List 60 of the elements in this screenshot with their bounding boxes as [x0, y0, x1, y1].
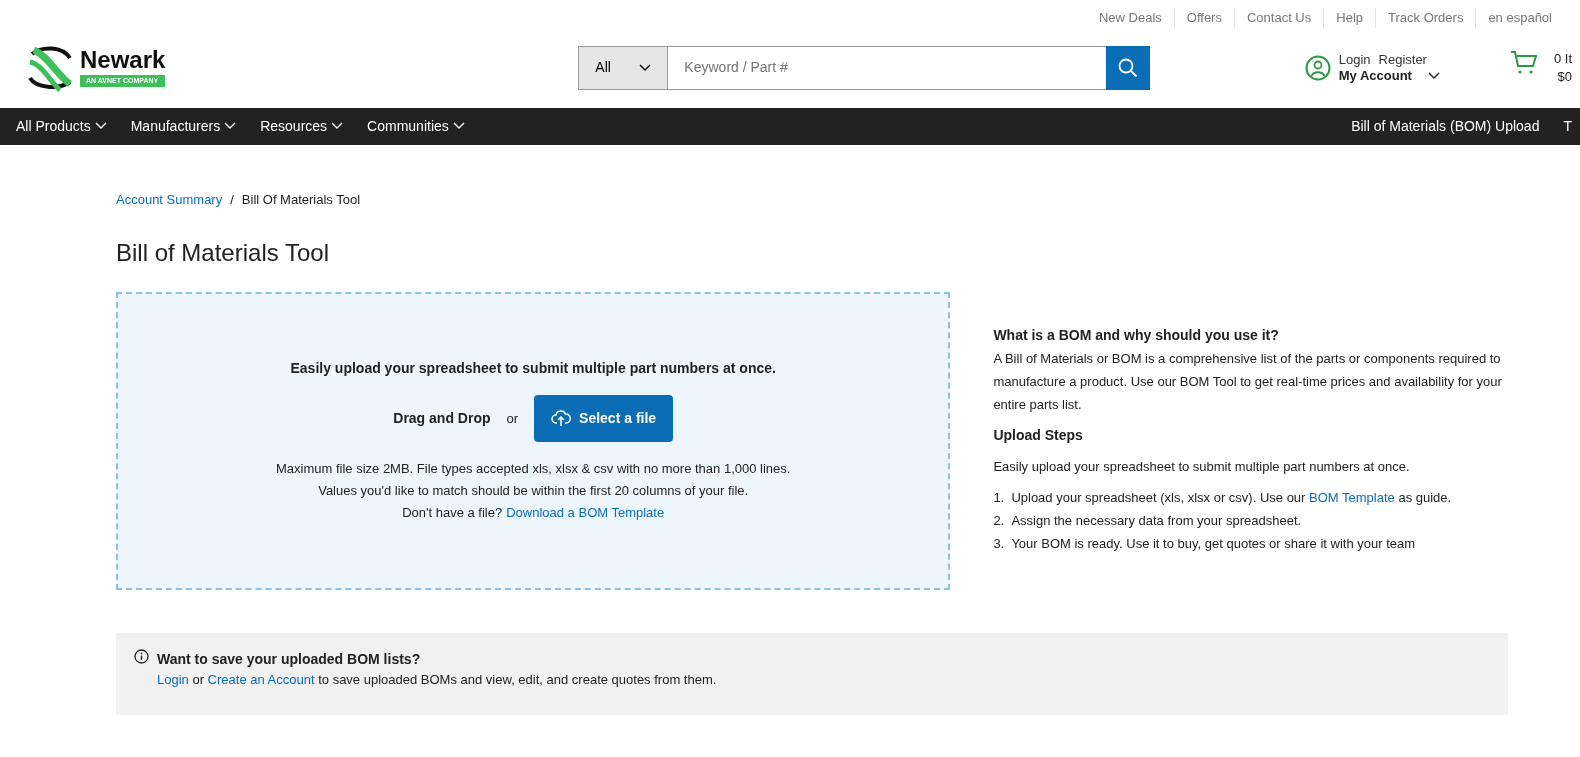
nav-link-item[interactable]: Bill of Materials (BOM) Upload — [1351, 115, 1540, 137]
category-dropdown[interactable]: All — [578, 45, 669, 90]
upload-headline: Easily upload your spreadsheet to submit multiple part numbers at once. — [290, 358, 776, 378]
download-template-link[interactable]: Download a BOM Template — [506, 501, 665, 524]
drag-drop-label: Drag and Drop — [393, 408, 491, 428]
nav-menu[interactable]: Resources — [260, 115, 344, 137]
nav-menu[interactable]: All Products — [16, 115, 107, 137]
info-paragraph: A Bill of Materials or BOM is a comprehensive list of the parts or components required to manufacture a product. Use our BOM Tool to get real-time prices and availability for your entire parts list. — [993, 349, 1503, 414]
account-dropdown[interactable]: My Account — [1338, 67, 1440, 84]
notice-heading: Want to save your uploaded BOM lists? — [157, 649, 422, 669]
info-heading: What is a BOM and why should you use it? — [993, 325, 1280, 345]
file-requirements-note: Values you'd like to match should be within the first 20 columns of your file. — [317, 481, 750, 500]
or-label: or — [506, 409, 519, 428]
step-item: Your BOM is ready. Use it to buy, get quotes or share it with your team — [1011, 534, 1416, 553]
cart-icon[interactable] — [1509, 49, 1538, 76]
step-number: 3. — [993, 534, 1006, 553]
cart-total[interactable]: $0 — [1553, 67, 1572, 86]
step-item: Assign the necessary data from your spreadsheet. — [1011, 511, 1302, 530]
login-link[interactable]: Login — [1338, 51, 1371, 68]
template-prompt: Don't have a file? — [402, 503, 503, 522]
caret-icon — [94, 122, 107, 130]
breadcrumb-separator: / — [230, 190, 234, 209]
step-number: 2. — [993, 511, 1006, 530]
utility-link[interactable]: Help — [1323, 8, 1375, 28]
create-account-link[interactable]: Create an Account — [207, 671, 315, 687]
utility-link[interactable]: Track Orders — [1375, 8, 1476, 28]
utility-link[interactable]: New Deals — [1086, 8, 1174, 28]
search-field[interactable]: Keyword / Part # — [668, 45, 1107, 90]
drop-zone[interactable] — [116, 291, 951, 590]
step-number: 1. — [993, 488, 1006, 507]
notice-text: Login or Create an Account to save uploaded BOMs and view, edit, and create quotes from them. — [157, 670, 717, 689]
steps-heading: Upload Steps — [993, 425, 1084, 445]
step-item: Upload your spreadsheet (xls, xlsx or csv). Use our BOM Template as guide. — [1011, 488, 1452, 507]
file-requirements-note: Maximum file size 2MB. File types accepted xls, xlsx & csv with no more than 1,000 lines. — [275, 459, 791, 478]
logo-wordmark: Newark — [80, 47, 166, 72]
steps-intro: Easily upload your spreadsheet to submit multiple part numbers at once. — [993, 457, 1411, 476]
search-button[interactable] — [1106, 45, 1151, 90]
login-link[interactable]: Login — [157, 671, 189, 687]
cart-item-count[interactable]: 0 It — [1553, 49, 1572, 68]
register-link[interactable]: Register — [1378, 51, 1427, 68]
info-icon — [134, 648, 149, 664]
nav-menu[interactable]: Manufacturers — [130, 115, 237, 137]
caret-icon — [639, 63, 652, 72]
breadcrumb-link[interactable]: Account Summary — [116, 189, 223, 209]
bom-template-link[interactable]: BOM Template — [1309, 489, 1395, 505]
user-icon[interactable] — [1304, 54, 1331, 81]
cloud-upload-icon — [551, 409, 572, 428]
page-title: Bill of Materials Tool — [116, 239, 330, 268]
nav-link-item[interactable]: T — [1563, 115, 1572, 137]
caret-icon — [331, 122, 344, 130]
caret-icon — [452, 122, 465, 130]
caret-icon — [1427, 71, 1440, 80]
select-file-button[interactable]: Select a file — [534, 394, 674, 442]
utility-link[interactable]: Contact Us — [1233, 8, 1324, 28]
search-icon — [1118, 57, 1139, 78]
utility-link[interactable]: Offers — [1173, 8, 1234, 28]
caret-icon — [224, 122, 237, 130]
utility-link[interactable]: en español — [1475, 8, 1564, 28]
breadcrumb-current: Bill Of Materials Tool — [241, 190, 361, 209]
nav-menu[interactable]: Communities — [367, 115, 465, 137]
